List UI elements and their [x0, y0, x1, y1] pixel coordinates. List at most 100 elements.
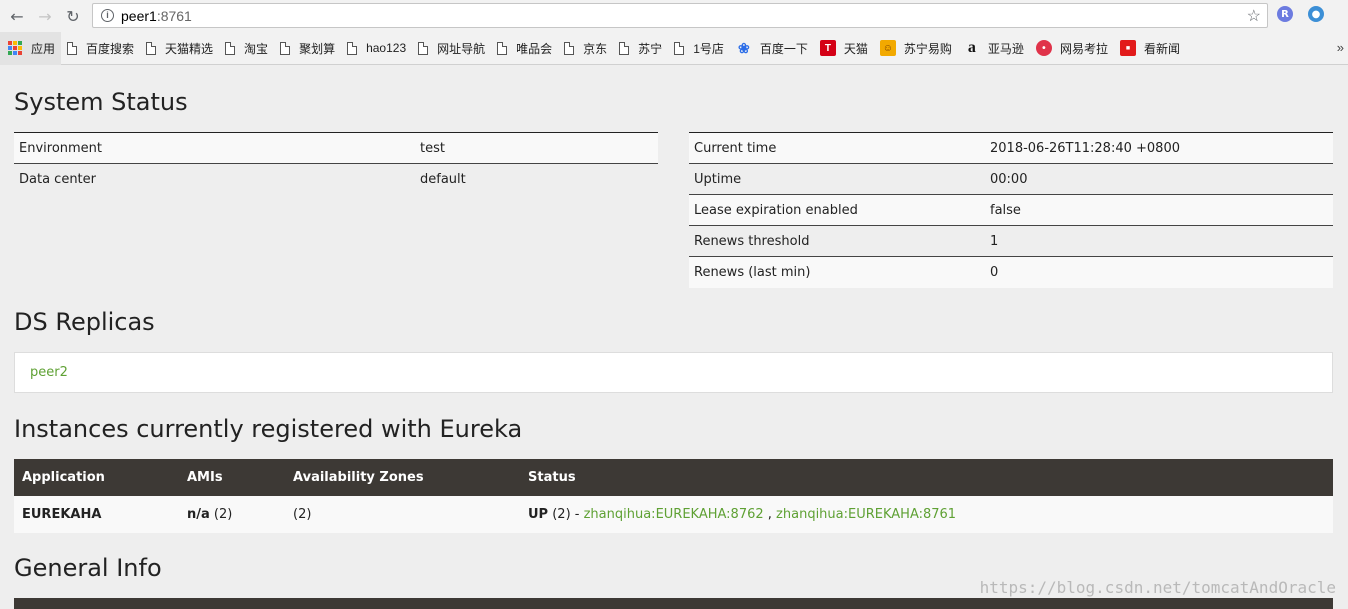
bookmark-label: 唯品会	[516, 41, 553, 56]
page-icon	[564, 41, 575, 55]
bookmark-label: 应用	[31, 41, 56, 56]
bookmark-item[interactable]: a 亚马逊	[958, 32, 1030, 65]
toutiao-icon: ■	[1119, 40, 1136, 56]
bookmark-label: 淘宝	[244, 41, 269, 56]
status-value: false	[985, 194, 1333, 226]
status-cell: UP (2) - zhanqihua:EUREKAHA:8762 , zhanq…	[520, 496, 1333, 533]
url-port: :8761	[156, 7, 192, 24]
page-icon	[280, 41, 291, 55]
reload-icon[interactable]: ↻	[62, 5, 84, 27]
table-row: Renews (last min) 0	[689, 256, 1333, 288]
status-key: Renews (last min)	[689, 256, 985, 288]
status-key: Current time	[689, 132, 985, 164]
site-info-icon[interactable]: i	[101, 9, 114, 22]
suning-icon: ☺	[879, 40, 896, 56]
page-icon	[418, 41, 429, 55]
bookmark-label: 聚划算	[299, 41, 336, 56]
bookmark-label: 天猫精选	[165, 41, 214, 56]
bookmark-label: 网易考拉	[1059, 41, 1108, 56]
status-key: Uptime	[689, 163, 985, 195]
browser-toolbar: ← → ↻ i peer1 :8761 ☆ R ●	[0, 0, 1348, 32]
amis-count: (2)	[209, 507, 233, 522]
table-row: Environment test	[14, 132, 658, 164]
extension-r-icon[interactable]: R	[1277, 6, 1293, 22]
table-row: Lease expiration enabled false	[689, 194, 1333, 226]
bookmarks-bar: 应用 百度搜索 天猫精选 淘宝 聚划算 hao123 网址导航 唯品会 京东 苏…	[0, 31, 1348, 65]
status-count: (2) -	[548, 507, 584, 522]
application-name: EUREKAHA	[14, 496, 179, 533]
bookmark-item[interactable]: ❀ 百度一下	[730, 32, 814, 65]
apps-grid-icon	[8, 41, 22, 55]
table-row: Data center default	[14, 163, 658, 195]
bookmark-item[interactable]: 天猫精选	[140, 32, 219, 65]
zones-cell: (2)	[285, 496, 520, 533]
column-header-status: Status	[520, 459, 1333, 496]
bookmark-item[interactable]: 网址导航	[412, 32, 491, 65]
bookmark-item[interactable]: 京东	[558, 32, 613, 65]
status-value: 0	[985, 256, 1333, 288]
bookmark-item[interactable]: hao123	[341, 32, 412, 65]
table-row: Current time 2018-06-26T11:28:40 +0800	[689, 132, 1333, 164]
more-bookmarks-icon[interactable]: »	[1337, 40, 1344, 55]
bookmark-label: 百度一下	[759, 41, 808, 56]
bookmark-label: 京东	[583, 41, 608, 56]
status-key: Lease expiration enabled	[689, 194, 985, 226]
amazon-icon: a	[967, 39, 976, 56]
status-value: test	[415, 132, 658, 164]
address-bar[interactable]: i peer1 :8761 ☆	[92, 3, 1268, 28]
bookmark-label: 网址导航	[437, 41, 486, 56]
page-icon	[225, 41, 236, 55]
bookmark-item[interactable]: ☺ 苏宁易购	[874, 32, 958, 65]
status-key: Data center	[14, 163, 415, 195]
bookmark-label: 苏宁	[638, 41, 663, 56]
table-header-row: Application AMIs Availability Zones Stat…	[14, 459, 1333, 496]
baidu-paw-icon: ❀	[738, 39, 750, 56]
bookmark-star-icon[interactable]: ☆	[1247, 6, 1261, 26]
bookmark-item[interactable]: 百度搜索	[61, 32, 140, 65]
column-header-amis: AMIs	[179, 459, 285, 496]
bookmark-apps[interactable]: 应用	[0, 31, 62, 65]
page-icon	[347, 41, 358, 55]
general-info-table-header	[14, 598, 1333, 609]
bookmark-item[interactable]: 唯品会	[491, 32, 558, 65]
link-separator: ,	[763, 507, 777, 522]
page-icon	[674, 41, 685, 55]
extension-globe-icon[interactable]: ●	[1308, 6, 1324, 22]
page-icon	[497, 41, 508, 55]
instance-link[interactable]: zhanqihua:EUREKAHA:8761	[776, 507, 956, 522]
url-host: peer1	[121, 7, 157, 24]
table-row: Uptime 00:00	[689, 163, 1333, 195]
table-row: EUREKAHA n/a (2) (2) UP (2) - zhanqihua:…	[14, 496, 1333, 533]
bookmark-item[interactable]: ■ 看新闻	[1114, 32, 1186, 65]
watermark: https://blog.csdn.net/tomcatAndOracle	[979, 578, 1336, 597]
instances-heading: Instances currently registered with Eure…	[14, 415, 523, 443]
bookmark-label: 亚马逊	[987, 41, 1024, 56]
bookmark-item[interactable]: 聚划算	[274, 32, 341, 65]
page-icon	[67, 41, 78, 55]
amis-cell: n/a (2)	[179, 496, 285, 533]
bookmark-label: 看新闻	[1143, 41, 1180, 56]
bookmark-label: 天猫	[843, 41, 868, 56]
kaola-icon: •	[1035, 40, 1052, 56]
bookmark-item[interactable]: 苏宁	[613, 32, 668, 65]
back-arrow-icon[interactable]: ←	[6, 5, 28, 27]
system-status-right-table: Current time 2018-06-26T11:28:40 +0800 U…	[689, 132, 1333, 288]
bookmark-label: 苏宁易购	[903, 41, 952, 56]
forward-arrow-icon[interactable]: →	[34, 5, 56, 27]
bookmark-label: hao123	[366, 41, 407, 55]
status-value: 2018-06-26T11:28:40 +0800	[985, 132, 1333, 164]
table-row: Renews threshold 1	[689, 225, 1333, 257]
status-value: 1	[985, 225, 1333, 257]
bookmark-item[interactable]: 1号店	[668, 32, 730, 65]
column-header-application: Application	[14, 459, 179, 496]
page-icon	[619, 41, 630, 55]
replica-link[interactable]: peer2	[30, 365, 68, 380]
status-value: 00:00	[985, 163, 1333, 195]
bookmark-item[interactable]: 淘宝	[219, 32, 274, 65]
general-info-heading: General Info	[14, 554, 162, 582]
bookmark-label: 百度搜索	[86, 41, 135, 56]
instance-link[interactable]: zhanqihua:EUREKAHA:8762	[584, 507, 764, 522]
system-status-heading: System Status	[14, 88, 188, 116]
bookmark-item[interactable]: T 天猫	[814, 32, 874, 65]
bookmark-item[interactable]: • 网易考拉	[1030, 32, 1114, 65]
